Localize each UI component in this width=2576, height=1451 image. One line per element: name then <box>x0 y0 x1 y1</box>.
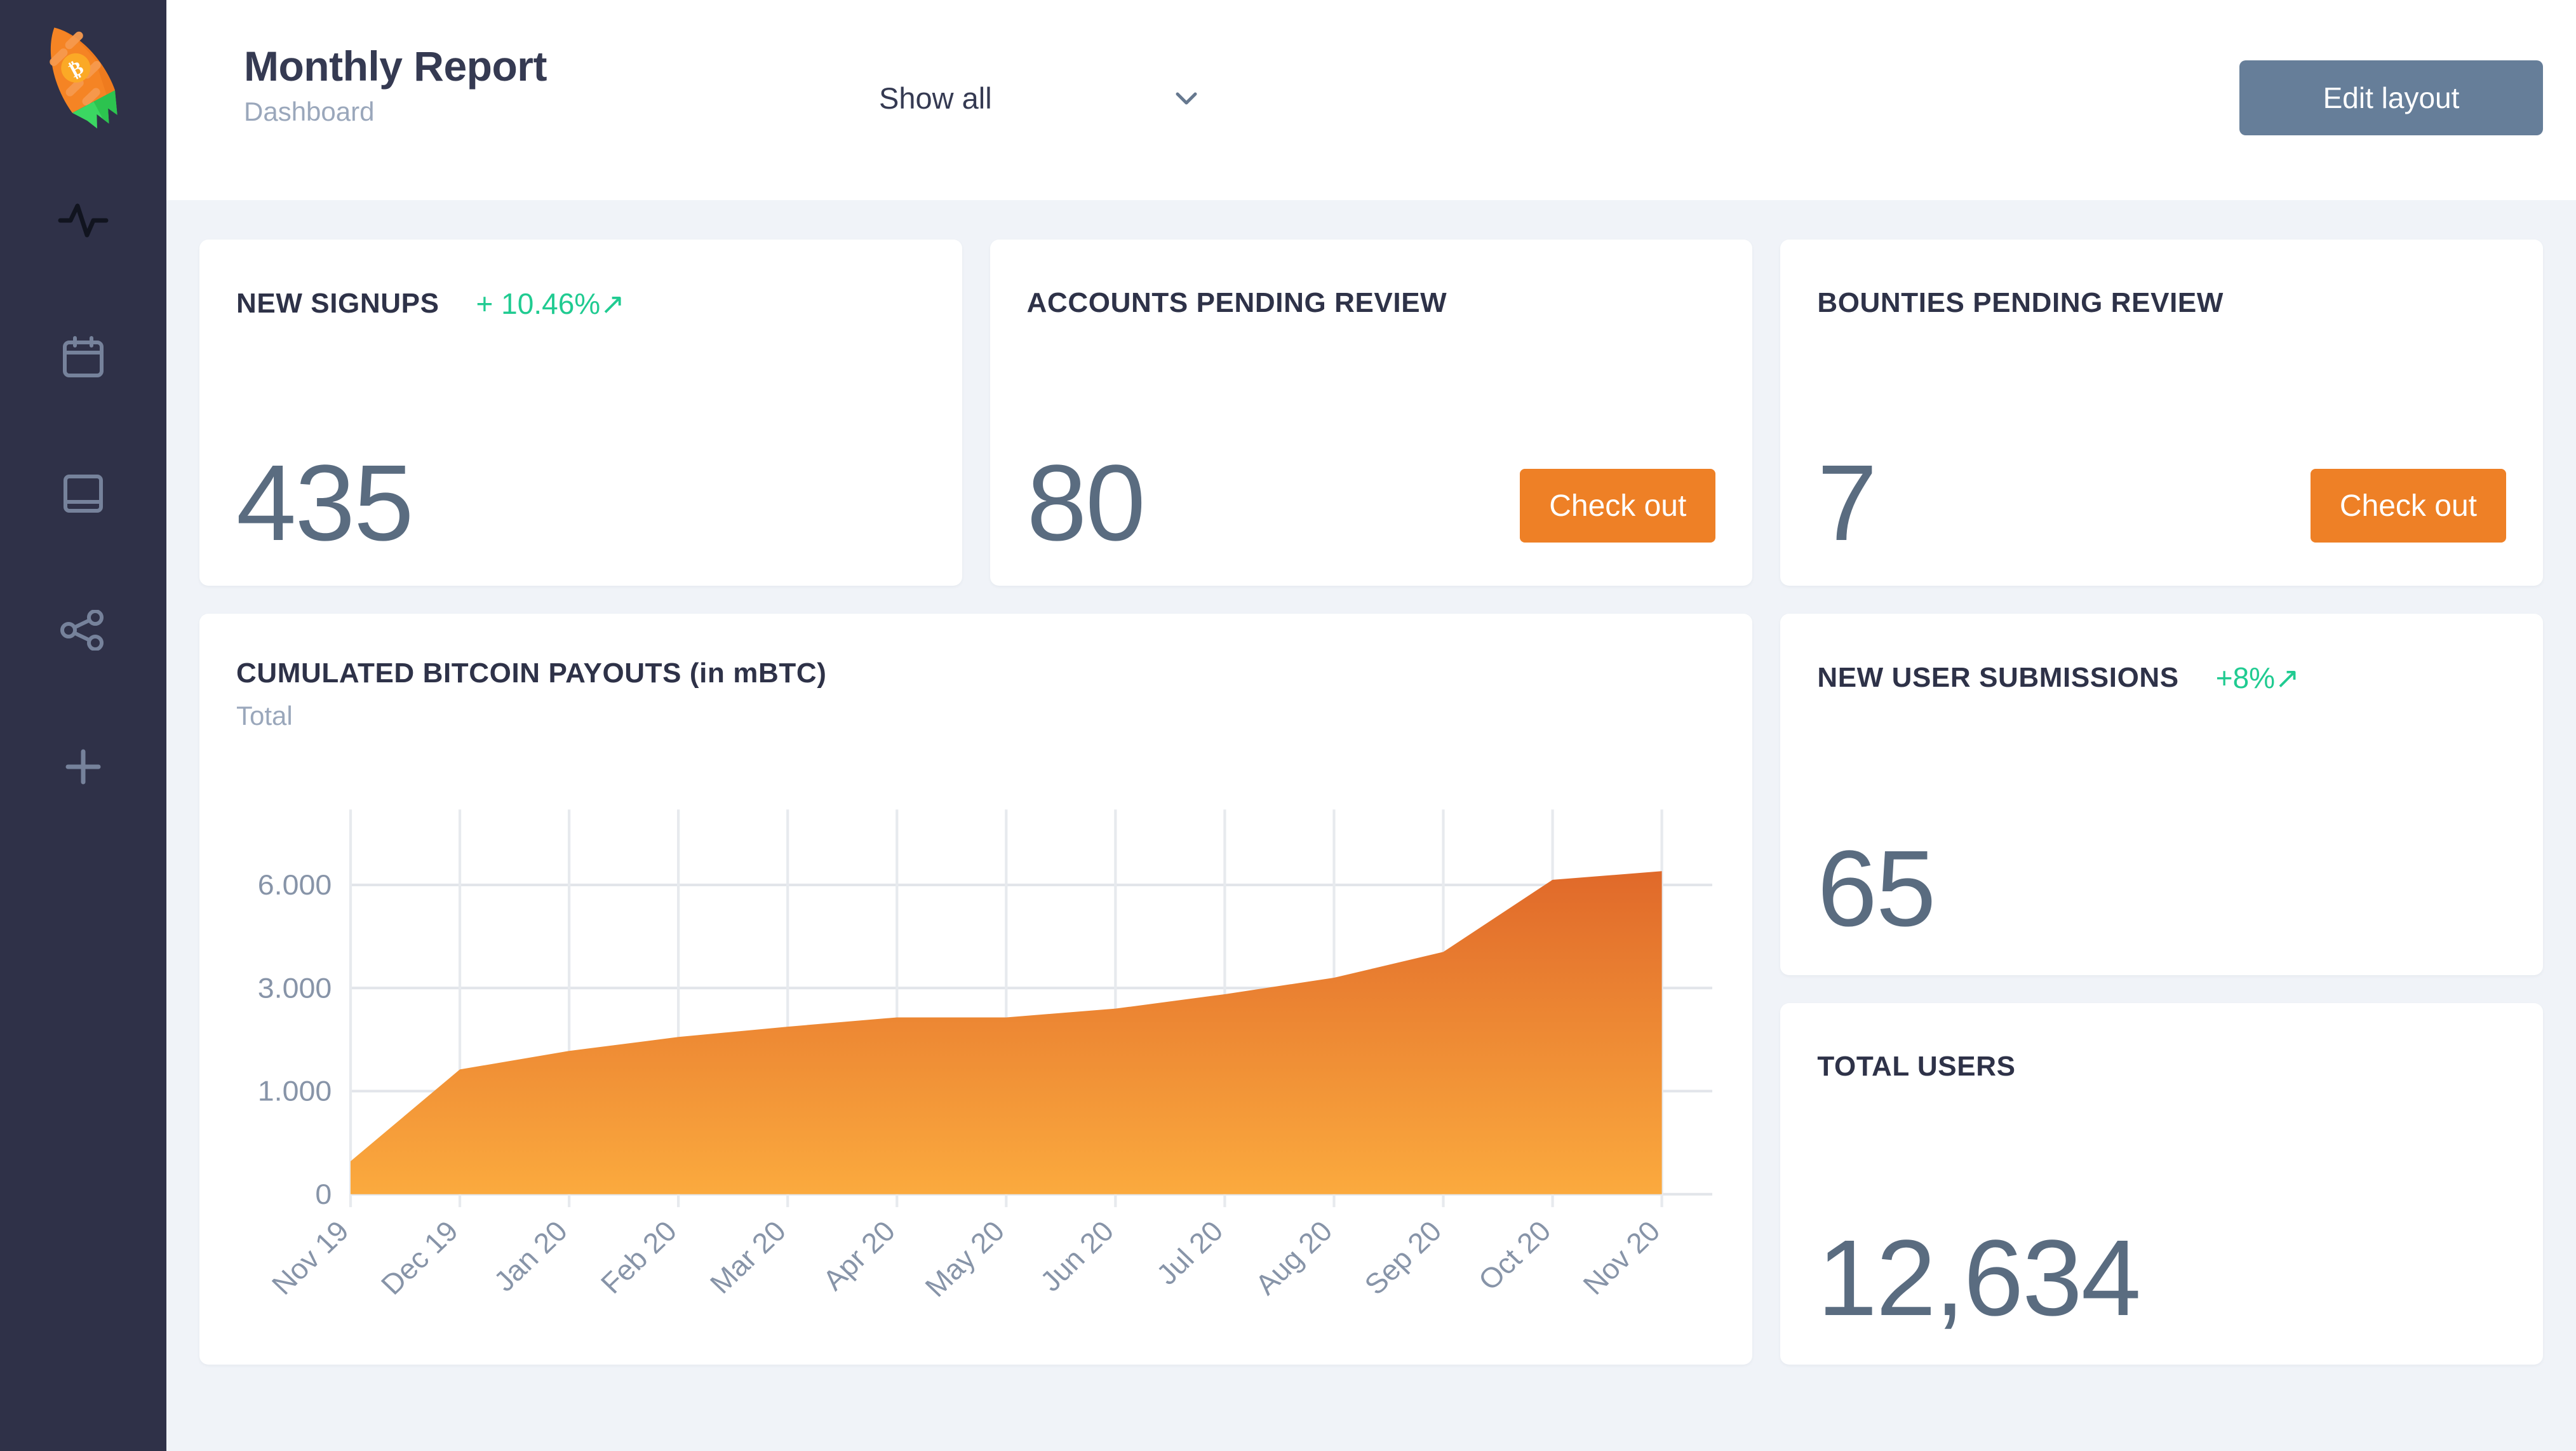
x-axis-tick: Nov 20 <box>1577 1215 1667 1300</box>
x-axis-tick: Dec 19 <box>375 1215 464 1300</box>
card-value: 65 <box>1817 828 1936 949</box>
y-axis-tick: 6.000 <box>258 869 332 901</box>
share-nodes-icon <box>60 609 106 651</box>
card-value: 435 <box>236 442 414 564</box>
chart-subtitle: Total <box>236 701 293 731</box>
card-total-users: TOTAL USERS 12,634 <box>1780 1003 2543 1365</box>
x-axis-tick: Mar 20 <box>704 1215 792 1299</box>
card-title: ACCOUNTS PENDING REVIEW <box>1026 287 1447 318</box>
filter-dropdown-value: Show all <box>879 81 992 115</box>
x-axis-tick: Jun 20 <box>1034 1215 1120 1297</box>
right-card-stack: NEW USER SUBMISSIONS +8%↗ 65 TOTAL USERS… <box>1780 614 2543 1365</box>
x-axis-tick: Aug 20 <box>1249 1215 1338 1300</box>
check-out-button[interactable]: Check out <box>1520 469 1716 543</box>
card-accounts-pending-review: ACCOUNTS PENDING REVIEW 80 Check out <box>989 240 1753 586</box>
chart-title: CUMULATED BITCOIN PAYOUTS (in mBTC) <box>236 658 827 689</box>
carrot-rocket-logo[interactable]: ₿ <box>23 15 144 152</box>
card-footer: 80 Check out <box>1026 442 1716 564</box>
edit-layout-button[interactable]: Edit layout <box>2239 60 2543 135</box>
sidebar-item-book[interactable] <box>0 425 166 562</box>
card-footer: 65 <box>1817 828 2506 949</box>
card-footer: 435 <box>236 442 925 564</box>
card-title: BOUNTIES PENDING REVIEW <box>1817 287 2224 318</box>
dashboard-root: ₿ Monthly Report Dashboard Show all Edit… <box>0 0 2576 1451</box>
card-value: 80 <box>1026 442 1146 564</box>
card-cumulated-bitcoin-payouts: CUMULATED BITCOIN PAYOUTS (in mBTC) Tota… <box>199 614 1753 1365</box>
sidebar-item-calendar[interactable] <box>0 288 166 425</box>
x-axis-tick: Apr 20 <box>817 1215 902 1296</box>
card-new-user-submissions: NEW USER SUBMISSIONS +8%↗ 65 <box>1780 614 2543 975</box>
activity-pulse-icon <box>58 201 109 240</box>
title-block: Monthly Report Dashboard <box>244 44 547 125</box>
x-axis-tick: May 20 <box>919 1215 1011 1303</box>
card-header: TOTAL USERS <box>1817 1053 2506 1081</box>
y-axis-tick: 0 <box>315 1178 332 1210</box>
dashboard-content: NEW SIGNUPS + 10.46%↗ 435 ACCOUNTS PENDI… <box>166 200 2576 1451</box>
card-header: BOUNTIES PENDING REVIEW <box>1817 289 2506 317</box>
filter-dropdown[interactable]: Show all <box>865 60 1221 135</box>
y-axis-tick: 1.000 <box>258 1076 332 1107</box>
x-axis-tick: Sep 20 <box>1358 1215 1448 1300</box>
card-header: NEW USER SUBMISSIONS +8%↗ <box>1817 663 2506 692</box>
card-footer: 7 Check out <box>1817 442 2506 564</box>
main-area: Monthly Report Dashboard Show all Edit l… <box>166 0 2576 1451</box>
check-out-button[interactable]: Check out <box>2310 469 2506 543</box>
sidebar-item-add[interactable] <box>0 698 166 835</box>
x-axis-tick: Jan 20 <box>488 1215 574 1297</box>
card-value: 12,634 <box>1817 1217 2141 1339</box>
x-axis-tick: Nov 19 <box>265 1215 355 1300</box>
page-title: Monthly Report <box>244 43 547 90</box>
calendar-icon <box>62 335 105 379</box>
card-bounties-pending-review: BOUNTIES PENDING REVIEW 7 Check out <box>1780 240 2543 586</box>
card-title: NEW SIGNUPS <box>236 288 439 319</box>
x-axis-tick: Oct 20 <box>1472 1215 1557 1296</box>
card-footer: 12,634 <box>1817 1217 2506 1339</box>
card-new-signups: NEW SIGNUPS + 10.46%↗ 435 <box>199 240 962 586</box>
status-badge-delta: +8%↗ <box>2215 661 2300 694</box>
page-subtitle: Dashboard <box>244 97 375 127</box>
sidebar-item-activity[interactable] <box>0 152 166 288</box>
card-title: NEW USER SUBMISSIONS <box>1817 662 2179 693</box>
card-header: ACCOUNTS PENDING REVIEW <box>1027 289 1716 317</box>
page-header: Monthly Report Dashboard Show all Edit l… <box>166 0 2576 200</box>
sidebar: ₿ <box>0 0 166 1451</box>
card-grid: NEW SIGNUPS + 10.46%↗ 435 ACCOUNTS PENDI… <box>199 240 2543 1365</box>
sidebar-item-share[interactable] <box>0 562 166 698</box>
x-axis-tick: Jul 20 <box>1150 1215 1230 1290</box>
card-header: NEW SIGNUPS + 10.46%↗ <box>236 289 925 318</box>
y-axis-tick: 3.000 <box>258 972 332 1004</box>
book-icon <box>62 472 105 515</box>
chevron-down-icon <box>1170 81 1203 114</box>
card-title: TOTAL USERS <box>1817 1051 2016 1082</box>
card-value: 7 <box>1817 442 1877 564</box>
area-chart[interactable]: 0 1.000 3.000 6.000 Nov 19 Dec 19 Jan 20 Feb 20… <box>236 798 1715 1339</box>
x-axis-tick: Feb 20 <box>594 1215 683 1300</box>
status-badge-delta: + 10.46%↗ <box>476 287 625 320</box>
plus-icon <box>62 745 105 788</box>
